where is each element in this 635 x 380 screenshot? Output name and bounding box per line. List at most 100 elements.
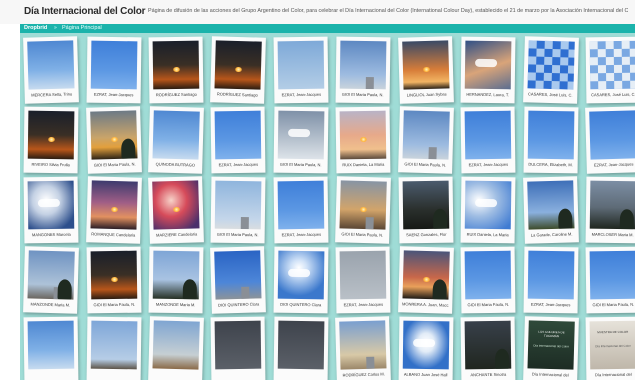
photo-image[interactable]	[402, 180, 450, 230]
photo-image[interactable]	[464, 180, 512, 230]
photo-image[interactable]	[214, 250, 262, 300]
photo-image[interactable]	[339, 110, 387, 160]
photo-card[interactable]: GIOI El Maria Paula, N.	[398, 106, 454, 174]
photo-image[interactable]	[339, 180, 387, 230]
photo-image[interactable]	[90, 180, 138, 230]
photo-image[interactable]	[527, 180, 575, 230]
photo-image[interactable]	[152, 110, 200, 160]
photo-card[interactable]: LOS COLORES DE TUCUMÁN Día Internacional …	[523, 316, 579, 380]
photo-image[interactable]	[214, 40, 262, 90]
photo-card[interactable]: EZRAT, Jean-Jacques	[523, 246, 579, 314]
photo-image[interactable]	[527, 110, 575, 160]
photo-card[interactable]: RODRÍGUEZ Santiago	[148, 36, 204, 104]
photo-card[interactable]: GIOI El Maria Paula, N.	[460, 246, 516, 314]
photo-card[interactable]	[86, 316, 142, 380]
photo-card[interactable]: MONRERA A. Juan, Macc	[398, 246, 454, 314]
photo-image[interactable]	[589, 180, 635, 230]
photo-card[interactable]: EZRAT, Jean-Jacques	[210, 106, 266, 174]
photo-card[interactable]: EZRAT, Jean-Jacques	[460, 106, 516, 174]
photo-image[interactable]	[90, 110, 138, 160]
photo-card[interactable]: DIOI QUINTERO Clara	[273, 246, 329, 314]
photo-image[interactable]	[402, 40, 450, 90]
photo-card[interactable]: RUIX Daniela, La Maria	[460, 176, 516, 244]
photo-image[interactable]	[339, 250, 387, 300]
photo-card[interactable]: DIOI QUINTERO Clara	[210, 246, 266, 314]
photo-card[interactable]: GIOI El Maria Paula, N.	[273, 106, 329, 174]
photo-card[interactable]	[210, 316, 266, 380]
photo-card[interactable]: GIOI El Maria Paula, N.	[335, 36, 391, 104]
photo-image[interactable]	[277, 250, 325, 300]
photo-card[interactable]: MANZONDE Maria M.	[23, 246, 79, 314]
photo-card[interactable]: GIOI El Maria Paula, N.	[585, 246, 635, 314]
photo-image[interactable]	[27, 250, 75, 300]
photo-image[interactable]	[90, 40, 138, 90]
photo-card[interactable]: MERCERA Sella, Trino	[23, 36, 79, 104]
photo-card[interactable]: CASARES, José Luis, C.	[585, 36, 635, 104]
photo-image[interactable]: MUESTRA DE COLOR Día Internacional del Co…	[589, 320, 635, 370]
nav-home-link[interactable]: Página Principal	[62, 25, 102, 31]
photo-image[interactable]	[589, 40, 635, 90]
photo-card[interactable]: GIOI El Maria Paula, N.	[86, 246, 142, 314]
photo-image[interactable]	[152, 250, 200, 300]
photo-image[interactable]	[339, 320, 387, 370]
photo-image[interactable]	[402, 110, 450, 160]
photo-card[interactable]: MANZONDE Maria M.	[148, 246, 204, 314]
photo-card[interactable]: RODRÍGUEZ Santiago	[210, 36, 266, 104]
photo-card[interactable]: MARZIERE Candelaria	[148, 176, 204, 244]
photo-card[interactable]: RODRÍGUEZ Carlos M.	[335, 316, 391, 380]
photo-card[interactable]: SAENZ Gonzales, Flor	[398, 176, 454, 244]
photo-image[interactable]	[214, 110, 262, 160]
photo-image[interactable]	[27, 320, 75, 370]
photo-image[interactable]	[464, 40, 512, 90]
photo-image[interactable]	[90, 320, 138, 370]
photo-image[interactable]	[527, 250, 575, 300]
nav-blog-link[interactable]: Dropbrid	[24, 25, 47, 31]
photo-image[interactable]	[277, 110, 325, 160]
photo-image[interactable]	[589, 250, 635, 300]
photo-image[interactable]	[402, 320, 450, 370]
photo-image[interactable]	[277, 320, 325, 370]
photo-card[interactable]: DULCERA, Elizabeth, M.	[523, 106, 579, 174]
photo-card[interactable]: GIOI El Maria Paula, N.	[335, 176, 391, 244]
photo-card[interactable]: GIOI El Maria Paula, N.	[86, 106, 142, 174]
photo-card[interactable]: RUIX Daniela, La Maria	[335, 106, 391, 174]
photo-image[interactable]	[277, 180, 325, 230]
photo-card[interactable]: HERNANDEZ, Laura, T.	[460, 36, 516, 104]
photo-image[interactable]	[464, 250, 512, 300]
photo-card[interactable]	[273, 316, 329, 380]
photo-card[interactable]: MARCLOSER Maria M.	[585, 176, 635, 244]
photo-image[interactable]	[589, 110, 635, 160]
photo-card[interactable]: La Garade, Caroline M.	[523, 176, 579, 244]
photo-card[interactable]: GIOI El Maria Paula, N.	[210, 176, 266, 244]
photo-card[interactable]: EZRAT, Jean-Jacques	[86, 36, 142, 104]
photo-card[interactable]: ANCHANTE Sinotra	[460, 316, 516, 380]
photo-card[interactable]: RIVEIRO Silvia Frulla	[23, 106, 79, 174]
photo-image[interactable]	[402, 250, 450, 300]
photo-card[interactable]: LINGLIOL Juan Sybas	[398, 36, 454, 104]
photo-image[interactable]	[214, 180, 262, 230]
photo-image[interactable]	[277, 40, 325, 90]
photo-image[interactable]	[152, 180, 200, 230]
photo-card[interactable]: EZRAT, Jean-Jacques	[273, 36, 329, 104]
photo-image[interactable]	[152, 320, 200, 370]
photo-card[interactable]: ALBANO Juan José Hall	[398, 316, 454, 380]
photo-card[interactable]: EZRAT, Jean-Jacques	[335, 246, 391, 314]
photo-image[interactable]	[27, 110, 75, 160]
photo-card[interactable]	[148, 316, 204, 380]
photo-card[interactable]: QUINODA BUTRAGO	[148, 106, 204, 174]
photo-image[interactable]	[27, 180, 75, 230]
photo-image[interactable]	[464, 110, 512, 160]
photo-image[interactable]	[339, 40, 387, 90]
photo-card[interactable]	[23, 316, 79, 380]
photo-image[interactable]	[527, 40, 575, 90]
photo-card[interactable]: EZRAT, Jean-Jacques	[273, 176, 329, 244]
site-title[interactable]: Día Internacional del Color	[24, 6, 145, 17]
photo-image[interactable]	[214, 320, 262, 370]
photo-image[interactable]: LOS COLORES DE TUCUMÁN Día Internacional …	[527, 320, 575, 370]
photo-image[interactable]	[152, 40, 200, 90]
photo-card[interactable]: MANGONES Marcela	[23, 176, 79, 244]
photo-card[interactable]: ROMANQUE Candelaria	[86, 176, 142, 244]
photo-card[interactable]: MUESTRA DE COLOR Día Internacional del Co…	[585, 316, 635, 380]
photo-card[interactable]: EZRAT, Jean-Jacques	[585, 106, 635, 174]
photo-card[interactable]: CASARES, José Luis, C.	[523, 36, 579, 104]
